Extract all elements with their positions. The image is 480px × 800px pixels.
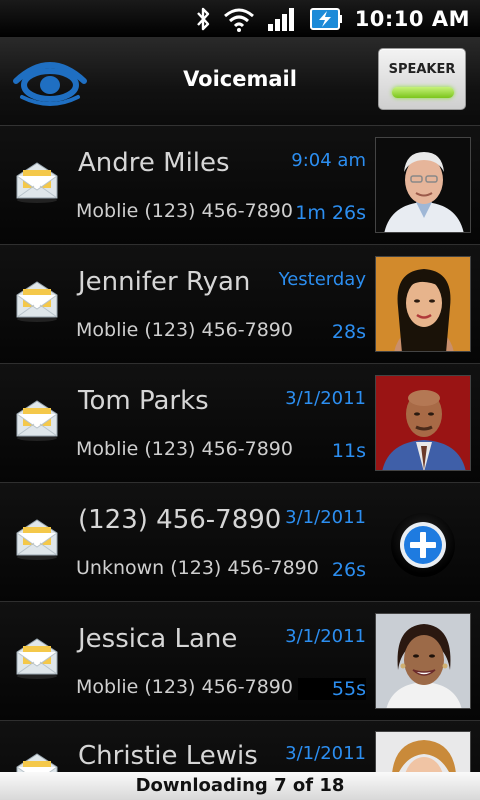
caller-name: Christie Lewis: [78, 741, 258, 771]
voicemail-date: 3/1/2011: [285, 388, 366, 409]
voicemail-duration: 1m 26s: [295, 202, 366, 224]
voicemail-duration: 28s: [331, 321, 366, 343]
voicemail-duration: 55s: [297, 678, 366, 700]
app-header: Voicemail SPEAKER: [0, 37, 480, 126]
voicemail-item[interactable]: Christie Lewis 3/1/2011: [0, 721, 480, 776]
speaker-indicator-light: [392, 87, 454, 98]
unread-envelope-icon: [14, 398, 60, 442]
caller-name: (123) 456-7890: [78, 505, 282, 535]
voicemail-date: 3/1/2011: [285, 507, 366, 528]
voicemail-duration: 11s: [331, 440, 366, 462]
unread-envelope-icon: [14, 279, 60, 323]
status-time: 10:10 AM: [354, 6, 470, 31]
voicemail-item[interactable]: Jessica Lane Moblie (123) 456-7890 3/1/2…: [0, 602, 480, 721]
caller-name: Andre Miles: [78, 148, 230, 178]
download-status-bar: Downloading 7 of 18: [0, 772, 480, 800]
status-bar: 10:10 AM: [0, 0, 480, 37]
bluetooth-icon: [195, 6, 211, 32]
voicemail-item[interactable]: Tom Parks Moblie (123) 456-7890 3/1/2011…: [0, 364, 480, 483]
voicemail-duration: 26s: [331, 559, 366, 581]
battery-charging-icon: [309, 6, 343, 32]
add-contact-icon: [400, 522, 446, 568]
speaker-button[interactable]: SPEAKER: [378, 48, 466, 110]
contact-photo[interactable]: [375, 137, 471, 233]
wifi-icon: [223, 6, 255, 32]
caller-name: Tom Parks: [78, 386, 209, 416]
caller-name: Jessica Lane: [78, 624, 238, 654]
voicemail-item[interactable]: Andre Miles Moblie (123) 456-7890 9:04 a…: [0, 126, 480, 245]
unread-envelope-icon: [14, 517, 60, 561]
caller-name: Jennifer Ryan: [78, 267, 251, 297]
caller-number: Moblie (123) 456-7890: [76, 200, 293, 222]
voicemail-date: Yesterday: [278, 269, 366, 290]
contact-photo[interactable]: [375, 256, 471, 352]
voicemail-item[interactable]: (123) 456-7890 Unknown (123) 456-7890 3/…: [0, 483, 480, 602]
caller-number: Moblie (123) 456-7890: [76, 676, 293, 698]
voicemail-list: Andre Miles Moblie (123) 456-7890 9:04 a…: [0, 126, 480, 776]
caller-number: Unknown (123) 456-7890: [76, 557, 319, 579]
speaker-button-label: SPEAKER: [388, 62, 456, 77]
voicemail-date: 3/1/2011: [285, 626, 366, 647]
unread-envelope-icon: [14, 160, 60, 204]
unread-envelope-icon: [14, 636, 60, 680]
contact-photo[interactable]: [375, 731, 471, 776]
voicemail-date: 3/1/2011: [285, 743, 366, 764]
add-contact-button[interactable]: [391, 513, 455, 577]
caller-number: Moblie (123) 456-7890: [76, 438, 293, 460]
caller-number: Moblie (123) 456-7890: [76, 319, 293, 341]
voicemail-item[interactable]: Jennifer Ryan Moblie (123) 456-7890 Yest…: [0, 245, 480, 364]
contact-photo[interactable]: [375, 375, 471, 471]
contact-photo[interactable]: [375, 613, 471, 709]
voicemail-date: 9:04 am: [291, 150, 366, 171]
signal-strength-icon: [267, 6, 297, 32]
